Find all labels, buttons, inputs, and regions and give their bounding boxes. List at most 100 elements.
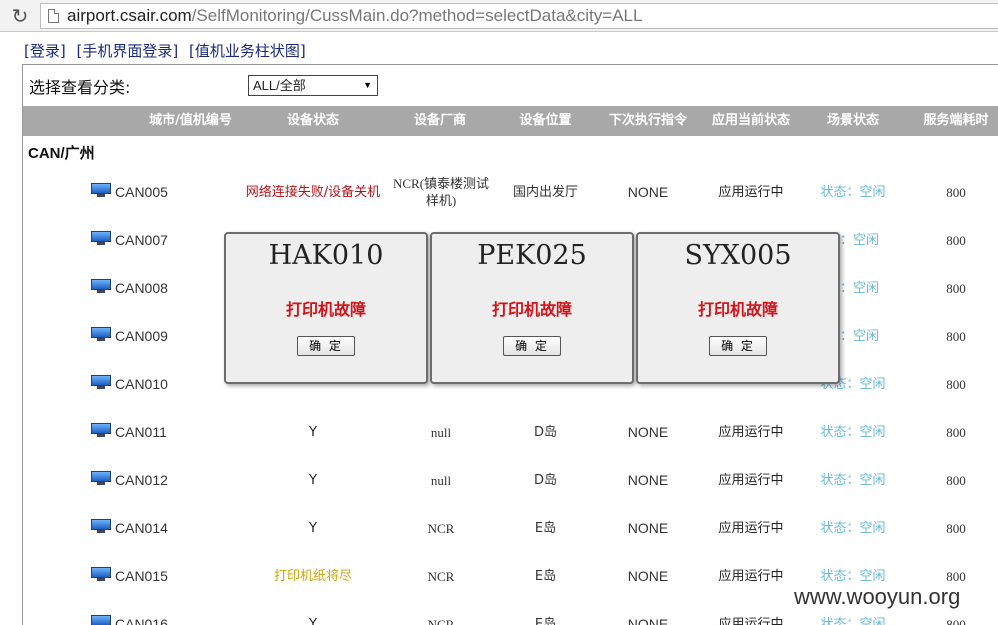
next-command: NONE <box>627 471 669 488</box>
filter-label: 选择查看分类: <box>29 78 131 97</box>
next-command: NONE <box>627 615 669 625</box>
url-path: /SelfMonitoring/CussMain.do?method=selec… <box>191 6 643 25</box>
device-id-cell[interactable]: CAN009 <box>91 312 201 360</box>
table-row: CAN005 网络连接失败/设备关机 NCR(镇泰楼测试样机) 国内出发厅 NONE 应用… <box>23 168 998 216</box>
dialog-message: 打印机故障 <box>285 300 366 319</box>
monitor-icon <box>91 615 111 625</box>
alert-dialog-1: HAK010 打印机故障 确 定 <box>224 232 428 384</box>
device-id-cell[interactable]: CAN012 <box>91 456 201 504</box>
scene-status[interactable]: 状态：空闲 <box>807 504 899 552</box>
device-vendor: NCR <box>427 520 455 536</box>
device-vendor: NCR <box>427 616 455 625</box>
device-vendor: null <box>430 472 452 488</box>
monitor-icon <box>91 183 111 197</box>
server-time: 800 <box>946 472 966 488</box>
dialog-title: SYX005 <box>684 240 792 271</box>
device-location: E岛 <box>534 616 557 625</box>
device-vendor: null <box>430 424 452 440</box>
watermark: www.wooyun.org <box>792 584 963 610</box>
device-id: CAN014 <box>115 519 168 536</box>
device-id-cell[interactable]: CAN016 <box>91 600 201 625</box>
device-status: 网络连接失败/设备关机 <box>245 184 381 200</box>
device-location: D岛 <box>533 472 557 488</box>
monitor-icon <box>91 471 111 485</box>
device-location: D岛 <box>533 424 557 440</box>
monitor-icon <box>91 519 111 533</box>
alert-dialog-3: SYX005 打印机故障 确 定 <box>636 232 840 384</box>
header-next-cmd: 下次执行指令 <box>608 113 687 128</box>
device-id-cell[interactable]: CAN015 <box>91 552 201 600</box>
device-status: Y <box>309 520 317 536</box>
server-time: 800 <box>946 184 966 200</box>
device-id-cell[interactable]: CAN011 <box>91 408 201 456</box>
device-status: 打印机纸将尽 <box>273 568 352 584</box>
device-id-cell[interactable]: CAN007 <box>91 216 201 264</box>
device-status: Y <box>309 472 317 488</box>
device-id: CAN012 <box>115 471 168 488</box>
monitor-icon <box>91 327 111 341</box>
app-status: 应用运行中 <box>718 184 784 200</box>
reload-icon[interactable]: ↻ <box>8 4 32 28</box>
dialog-message: 打印机故障 <box>697 300 778 319</box>
device-id: CAN007 <box>115 231 168 248</box>
monitor-icon <box>91 423 111 437</box>
alert-dialog-2: PEK025 打印机故障 确 定 <box>430 232 634 384</box>
dropdown-arrow-icon: ▼ <box>363 80 372 90</box>
confirm-button[interactable]: 确 定 <box>297 336 355 356</box>
page-icon <box>48 9 59 23</box>
monitor-icon <box>91 231 111 245</box>
url-text: airport.csair.com/SelfMonitoring/CussMai… <box>67 6 642 26</box>
header-status: 设备状态 <box>286 113 339 128</box>
checkin-chart-link[interactable]: [值机业务柱状图] <box>189 42 306 60</box>
url-host: airport.csair.com <box>67 6 192 25</box>
server-time: 800 <box>946 520 966 536</box>
next-command: NONE <box>627 183 669 200</box>
server-time: 800 <box>946 232 966 248</box>
monitor-icon <box>91 567 111 581</box>
header-location: 设备位置 <box>519 113 572 128</box>
device-id: CAN011 <box>115 423 167 440</box>
device-id: CAN009 <box>115 327 168 344</box>
device-location: E岛 <box>534 568 557 584</box>
header-vendor: 设备厂商 <box>413 113 466 128</box>
confirm-button[interactable]: 确 定 <box>709 336 767 356</box>
login-link[interactable]: [登录] <box>24 42 66 60</box>
confirm-button[interactable]: 确 定 <box>503 336 561 356</box>
scene-status[interactable]: 状态：空闲 <box>807 168 899 216</box>
server-time: 800 <box>946 376 966 392</box>
category-select[interactable]: ALL/全部 ▼ <box>248 75 378 96</box>
device-status: Y <box>309 616 317 625</box>
app-status: 应用运行中 <box>718 616 784 625</box>
table-row: CAN011 Ynull D岛 NONE 应用运行中 状态：空闲 800 <box>23 408 998 456</box>
device-id: CAN015 <box>115 567 168 584</box>
address-bar[interactable]: airport.csair.com/SelfMonitoring/CussMai… <box>40 3 998 29</box>
app-status: 应用运行中 <box>718 424 784 440</box>
device-location: E岛 <box>534 520 557 536</box>
category-select-value: ALL/全部 <box>253 78 306 93</box>
device-id: CAN005 <box>115 183 168 200</box>
table-row: CAN014 Y NCR E岛 NONE 应用运行中 状态：空闲 800 <box>23 504 998 552</box>
device-id-cell[interactable]: CAN014 <box>91 504 201 552</box>
group-label: CAN/广州 <box>28 145 95 162</box>
scene-status[interactable]: 状态：空闲 <box>807 408 899 456</box>
device-vendor: NCR(镇泰楼测试样机) <box>392 176 490 208</box>
table-row: CAN012 Ynull D岛 NONE 应用运行中 状态：空闲 800 <box>23 456 998 504</box>
scene-status[interactable]: 状态：空闲 <box>807 456 899 504</box>
device-id-cell[interactable]: CAN005 <box>91 168 201 216</box>
header-app-status: 应用当前状态 <box>711 113 790 128</box>
app-status: 应用运行中 <box>718 568 784 584</box>
device-id-cell[interactable]: CAN010 <box>91 360 201 408</box>
header-server-time: 服务端耗时 <box>923 113 989 128</box>
dialog-title: PEK025 <box>477 240 587 271</box>
device-status: Y <box>309 424 317 440</box>
browser-toolbar: ↻ airport.csair.com/SelfMonitoring/CussM… <box>0 0 998 32</box>
app-status: 应用运行中 <box>718 472 784 488</box>
mobile-login-link[interactable]: [手机界面登录] <box>77 42 179 60</box>
top-links: [登录] [手机界面登录] [值机业务柱状图] <box>24 40 312 61</box>
table-header: 城市/值机编号 设备状态 设备厂商 设备位置 下次执行指令 应用当前状态 场景状… <box>23 106 998 136</box>
device-id: CAN016 <box>115 615 168 625</box>
monitor-icon <box>91 375 111 389</box>
device-location: 国内出发厅 <box>512 184 578 200</box>
monitor-icon <box>91 279 111 293</box>
device-id-cell[interactable]: CAN008 <box>91 264 201 312</box>
